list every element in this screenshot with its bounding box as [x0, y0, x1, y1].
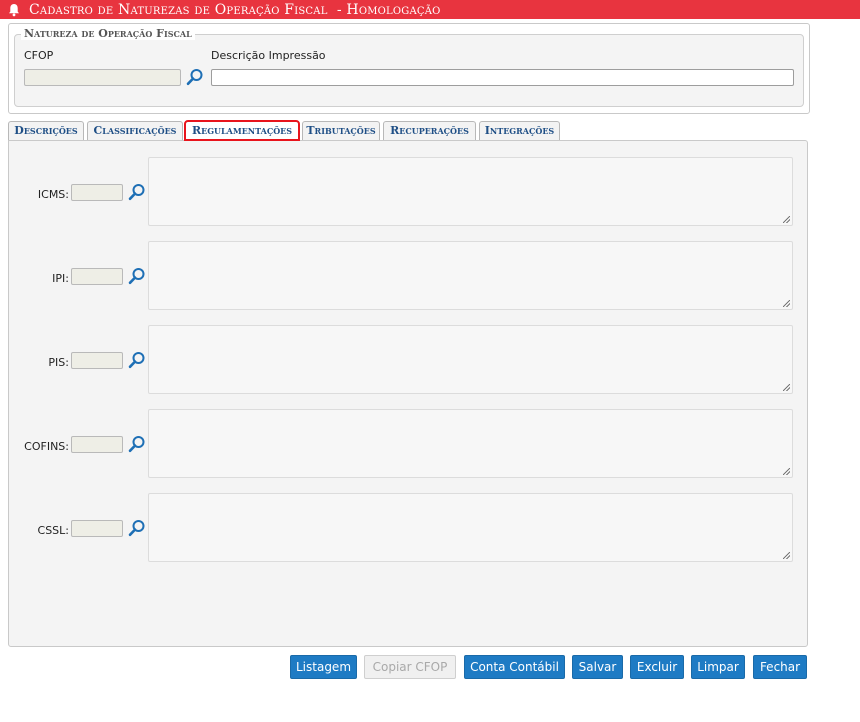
cfop-label: CFOP	[24, 49, 54, 62]
fechar-button[interactable]: Fechar	[753, 655, 807, 679]
cofins-search-icon[interactable]	[128, 435, 146, 453]
pis-textarea[interactable]	[148, 325, 793, 394]
limpar-button[interactable]: Limpar	[691, 655, 745, 679]
icms-code-field[interactable]	[71, 184, 123, 201]
icms-textarea[interactable]	[148, 157, 793, 226]
cssl-code-field[interactable]	[71, 520, 123, 537]
tab-recuperacoes[interactable]: Recuperações	[383, 121, 476, 140]
icms-label: ICMS:	[37, 188, 69, 201]
window-titlebar: Cadastro de Naturezas de Operação Fiscal…	[0, 0, 860, 19]
natureza-panel: Natureza de Operação Fiscal CFOP Descriç…	[8, 23, 810, 114]
cfop-search-icon[interactable]	[186, 68, 204, 86]
window-title: Cadastro de Naturezas de Operação Fiscal…	[29, 1, 441, 18]
tab-tributacoes[interactable]: Tributações	[302, 121, 380, 140]
pis-search-icon[interactable]	[128, 351, 146, 369]
cofins-label: COFINS:	[24, 440, 69, 453]
cfop-field[interactable]	[24, 69, 181, 86]
cofins-textarea[interactable]	[148, 409, 793, 478]
ipi-label: IPI:	[52, 272, 69, 285]
listagem-button[interactable]: Listagem	[290, 655, 357, 679]
cofins-code-field[interactable]	[71, 436, 123, 453]
tab-descricoes[interactable]: Descrições	[8, 121, 84, 140]
natureza-legend: Natureza de Operação Fiscal	[21, 28, 195, 40]
excluir-button[interactable]: Excluir	[630, 655, 684, 679]
tab-regulamentacoes[interactable]: Regulamentações	[184, 120, 300, 141]
ipi-search-icon[interactable]	[128, 267, 146, 285]
tab-integracoes[interactable]: Integrações	[479, 121, 560, 140]
ipi-textarea[interactable]	[148, 241, 793, 310]
cssl-textarea[interactable]	[148, 493, 793, 562]
pis-label: PIS:	[48, 356, 69, 369]
tab-classificacoes[interactable]: Classificações	[87, 121, 183, 140]
pis-code-field[interactable]	[71, 352, 123, 369]
bell-icon	[8, 3, 22, 17]
salvar-button[interactable]: Salvar	[572, 655, 623, 679]
cssl-label: CSSL:	[37, 524, 69, 537]
descricao-label: Descrição Impressão	[211, 49, 326, 62]
icms-search-icon[interactable]	[128, 183, 146, 201]
regulamentacoes-panel: ICMS: IPI: PIS: COFINS: CSSL:	[8, 140, 808, 647]
ipi-code-field[interactable]	[71, 268, 123, 285]
copiar-cfop-button[interactable]: Copiar CFOP	[364, 655, 456, 679]
descricao-input[interactable]	[211, 69, 794, 86]
conta-contabil-button[interactable]: Conta Contábil	[464, 655, 565, 679]
cssl-search-icon[interactable]	[128, 519, 146, 537]
